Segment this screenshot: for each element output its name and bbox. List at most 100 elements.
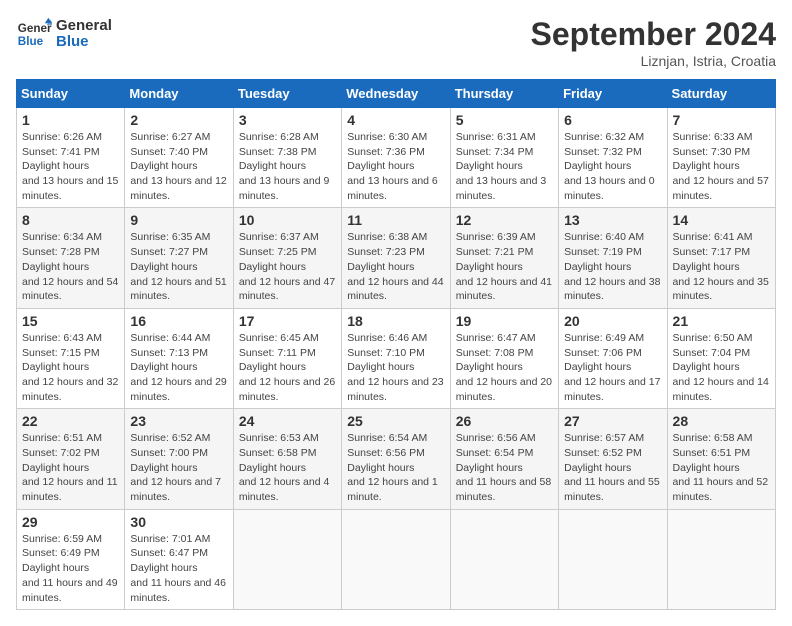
day-detail: Sunrise: 6:57 AMSunset: 6:52 PMDaylight … <box>564 432 660 503</box>
calendar-week-4: 22 Sunrise: 6:51 AMSunset: 7:02 PMDaylig… <box>17 409 776 509</box>
day-detail: Sunrise: 6:26 AMSunset: 7:41 PMDaylight … <box>22 131 118 202</box>
calendar-cell: 5 Sunrise: 6:31 AMSunset: 7:34 PMDayligh… <box>450 108 558 208</box>
calendar-cell: 17 Sunrise: 6:45 AMSunset: 7:11 PMDaylig… <box>233 308 341 408</box>
calendar-cell <box>233 509 341 609</box>
day-detail: Sunrise: 6:35 AMSunset: 7:27 PMDaylight … <box>130 231 226 302</box>
calendar-cell: 1 Sunrise: 6:26 AMSunset: 7:41 PMDayligh… <box>17 108 125 208</box>
month-title: September 2024 <box>531 16 776 53</box>
calendar-cell: 22 Sunrise: 6:51 AMSunset: 7:02 PMDaylig… <box>17 409 125 509</box>
day-number: 22 <box>22 413 119 429</box>
calendar-cell: 18 Sunrise: 6:46 AMSunset: 7:10 PMDaylig… <box>342 308 450 408</box>
day-detail: Sunrise: 6:33 AMSunset: 7:30 PMDaylight … <box>673 131 769 202</box>
day-number: 13 <box>564 212 661 228</box>
logo-general: General <box>56 18 112 35</box>
calendar-cell: 9 Sunrise: 6:35 AMSunset: 7:27 PMDayligh… <box>125 208 233 308</box>
day-number: 25 <box>347 413 444 429</box>
day-number: 1 <box>22 112 119 128</box>
calendar-cell: 23 Sunrise: 6:52 AMSunset: 7:00 PMDaylig… <box>125 409 233 509</box>
logo-icon: General Blue <box>16 16 52 52</box>
day-detail: Sunrise: 6:28 AMSunset: 7:38 PMDaylight … <box>239 131 330 202</box>
calendar-cell <box>559 509 667 609</box>
calendar-cell: 29 Sunrise: 6:59 AMSunset: 6:49 PMDaylig… <box>17 509 125 609</box>
col-header-sunday: Sunday <box>17 80 125 108</box>
calendar-cell: 3 Sunrise: 6:28 AMSunset: 7:38 PMDayligh… <box>233 108 341 208</box>
calendar-cell: 16 Sunrise: 6:44 AMSunset: 7:13 PMDaylig… <box>125 308 233 408</box>
day-detail: Sunrise: 6:46 AMSunset: 7:10 PMDaylight … <box>347 332 443 403</box>
day-detail: Sunrise: 6:52 AMSunset: 7:00 PMDaylight … <box>130 432 221 503</box>
logo: General Blue General Blue <box>16 16 112 52</box>
day-number: 4 <box>347 112 444 128</box>
day-detail: Sunrise: 6:51 AMSunset: 7:02 PMDaylight … <box>22 432 118 503</box>
calendar-table: SundayMondayTuesdayWednesdayThursdayFrid… <box>16 79 776 610</box>
col-header-tuesday: Tuesday <box>233 80 341 108</box>
calendar-cell: 12 Sunrise: 6:39 AMSunset: 7:21 PMDaylig… <box>450 208 558 308</box>
calendar-cell: 24 Sunrise: 6:53 AMSunset: 6:58 PMDaylig… <box>233 409 341 509</box>
day-detail: Sunrise: 6:43 AMSunset: 7:15 PMDaylight … <box>22 332 118 403</box>
calendar-cell: 27 Sunrise: 6:57 AMSunset: 6:52 PMDaylig… <box>559 409 667 509</box>
day-detail: Sunrise: 6:41 AMSunset: 7:17 PMDaylight … <box>673 231 769 302</box>
day-number: 27 <box>564 413 661 429</box>
calendar-cell: 11 Sunrise: 6:38 AMSunset: 7:23 PMDaylig… <box>342 208 450 308</box>
calendar-cell: 25 Sunrise: 6:54 AMSunset: 6:56 PMDaylig… <box>342 409 450 509</box>
logo-blue: Blue <box>56 34 112 51</box>
day-number: 23 <box>130 413 227 429</box>
title-block: September 2024 Liznjan, Istria, Croatia <box>531 16 776 69</box>
header-row: SundayMondayTuesdayWednesdayThursdayFrid… <box>17 80 776 108</box>
calendar-cell <box>342 509 450 609</box>
day-number: 7 <box>673 112 770 128</box>
day-detail: Sunrise: 6:39 AMSunset: 7:21 PMDaylight … <box>456 231 552 302</box>
day-number: 5 <box>456 112 553 128</box>
calendar-cell: 8 Sunrise: 6:34 AMSunset: 7:28 PMDayligh… <box>17 208 125 308</box>
day-detail: Sunrise: 6:27 AMSunset: 7:40 PMDaylight … <box>130 131 226 202</box>
day-detail: Sunrise: 6:49 AMSunset: 7:06 PMDaylight … <box>564 332 660 403</box>
calendar-cell: 13 Sunrise: 6:40 AMSunset: 7:19 PMDaylig… <box>559 208 667 308</box>
calendar-cell: 14 Sunrise: 6:41 AMSunset: 7:17 PMDaylig… <box>667 208 775 308</box>
day-detail: Sunrise: 6:37 AMSunset: 7:25 PMDaylight … <box>239 231 335 302</box>
day-detail: Sunrise: 6:58 AMSunset: 6:51 PMDaylight … <box>673 432 769 503</box>
svg-text:Blue: Blue <box>18 35 44 48</box>
day-detail: Sunrise: 6:54 AMSunset: 6:56 PMDaylight … <box>347 432 438 503</box>
calendar-cell <box>667 509 775 609</box>
day-detail: Sunrise: 6:59 AMSunset: 6:49 PMDaylight … <box>22 533 118 604</box>
day-number: 18 <box>347 313 444 329</box>
svg-text:General: General <box>18 22 52 35</box>
day-number: 12 <box>456 212 553 228</box>
day-number: 2 <box>130 112 227 128</box>
day-number: 21 <box>673 313 770 329</box>
day-number: 20 <box>564 313 661 329</box>
day-detail: Sunrise: 6:47 AMSunset: 7:08 PMDaylight … <box>456 332 552 403</box>
calendar-week-2: 8 Sunrise: 6:34 AMSunset: 7:28 PMDayligh… <box>17 208 776 308</box>
calendar-cell: 4 Sunrise: 6:30 AMSunset: 7:36 PMDayligh… <box>342 108 450 208</box>
col-header-saturday: Saturday <box>667 80 775 108</box>
day-number: 10 <box>239 212 336 228</box>
calendar-week-3: 15 Sunrise: 6:43 AMSunset: 7:15 PMDaylig… <box>17 308 776 408</box>
calendar-cell: 21 Sunrise: 6:50 AMSunset: 7:04 PMDaylig… <box>667 308 775 408</box>
col-header-thursday: Thursday <box>450 80 558 108</box>
day-number: 26 <box>456 413 553 429</box>
calendar-cell: 26 Sunrise: 6:56 AMSunset: 6:54 PMDaylig… <box>450 409 558 509</box>
day-number: 3 <box>239 112 336 128</box>
day-detail: Sunrise: 6:34 AMSunset: 7:28 PMDaylight … <box>22 231 118 302</box>
day-number: 9 <box>130 212 227 228</box>
day-number: 8 <box>22 212 119 228</box>
day-number: 17 <box>239 313 336 329</box>
calendar-cell: 30 Sunrise: 7:01 AMSunset: 6:47 PMDaylig… <box>125 509 233 609</box>
calendar-cell: 19 Sunrise: 6:47 AMSunset: 7:08 PMDaylig… <box>450 308 558 408</box>
day-number: 29 <box>22 514 119 530</box>
day-detail: Sunrise: 7:01 AMSunset: 6:47 PMDaylight … <box>130 533 226 604</box>
day-number: 30 <box>130 514 227 530</box>
calendar-cell: 10 Sunrise: 6:37 AMSunset: 7:25 PMDaylig… <box>233 208 341 308</box>
page-header: General Blue General Blue September 2024… <box>16 16 776 69</box>
day-detail: Sunrise: 6:53 AMSunset: 6:58 PMDaylight … <box>239 432 330 503</box>
col-header-wednesday: Wednesday <box>342 80 450 108</box>
calendar-cell: 7 Sunrise: 6:33 AMSunset: 7:30 PMDayligh… <box>667 108 775 208</box>
day-detail: Sunrise: 6:45 AMSunset: 7:11 PMDaylight … <box>239 332 335 403</box>
day-detail: Sunrise: 6:56 AMSunset: 6:54 PMDaylight … <box>456 432 552 503</box>
calendar-cell: 6 Sunrise: 6:32 AMSunset: 7:32 PMDayligh… <box>559 108 667 208</box>
day-detail: Sunrise: 6:31 AMSunset: 7:34 PMDaylight … <box>456 131 547 202</box>
col-header-friday: Friday <box>559 80 667 108</box>
day-detail: Sunrise: 6:38 AMSunset: 7:23 PMDaylight … <box>347 231 443 302</box>
day-detail: Sunrise: 6:30 AMSunset: 7:36 PMDaylight … <box>347 131 438 202</box>
day-number: 11 <box>347 212 444 228</box>
calendar-week-5: 29 Sunrise: 6:59 AMSunset: 6:49 PMDaylig… <box>17 509 776 609</box>
